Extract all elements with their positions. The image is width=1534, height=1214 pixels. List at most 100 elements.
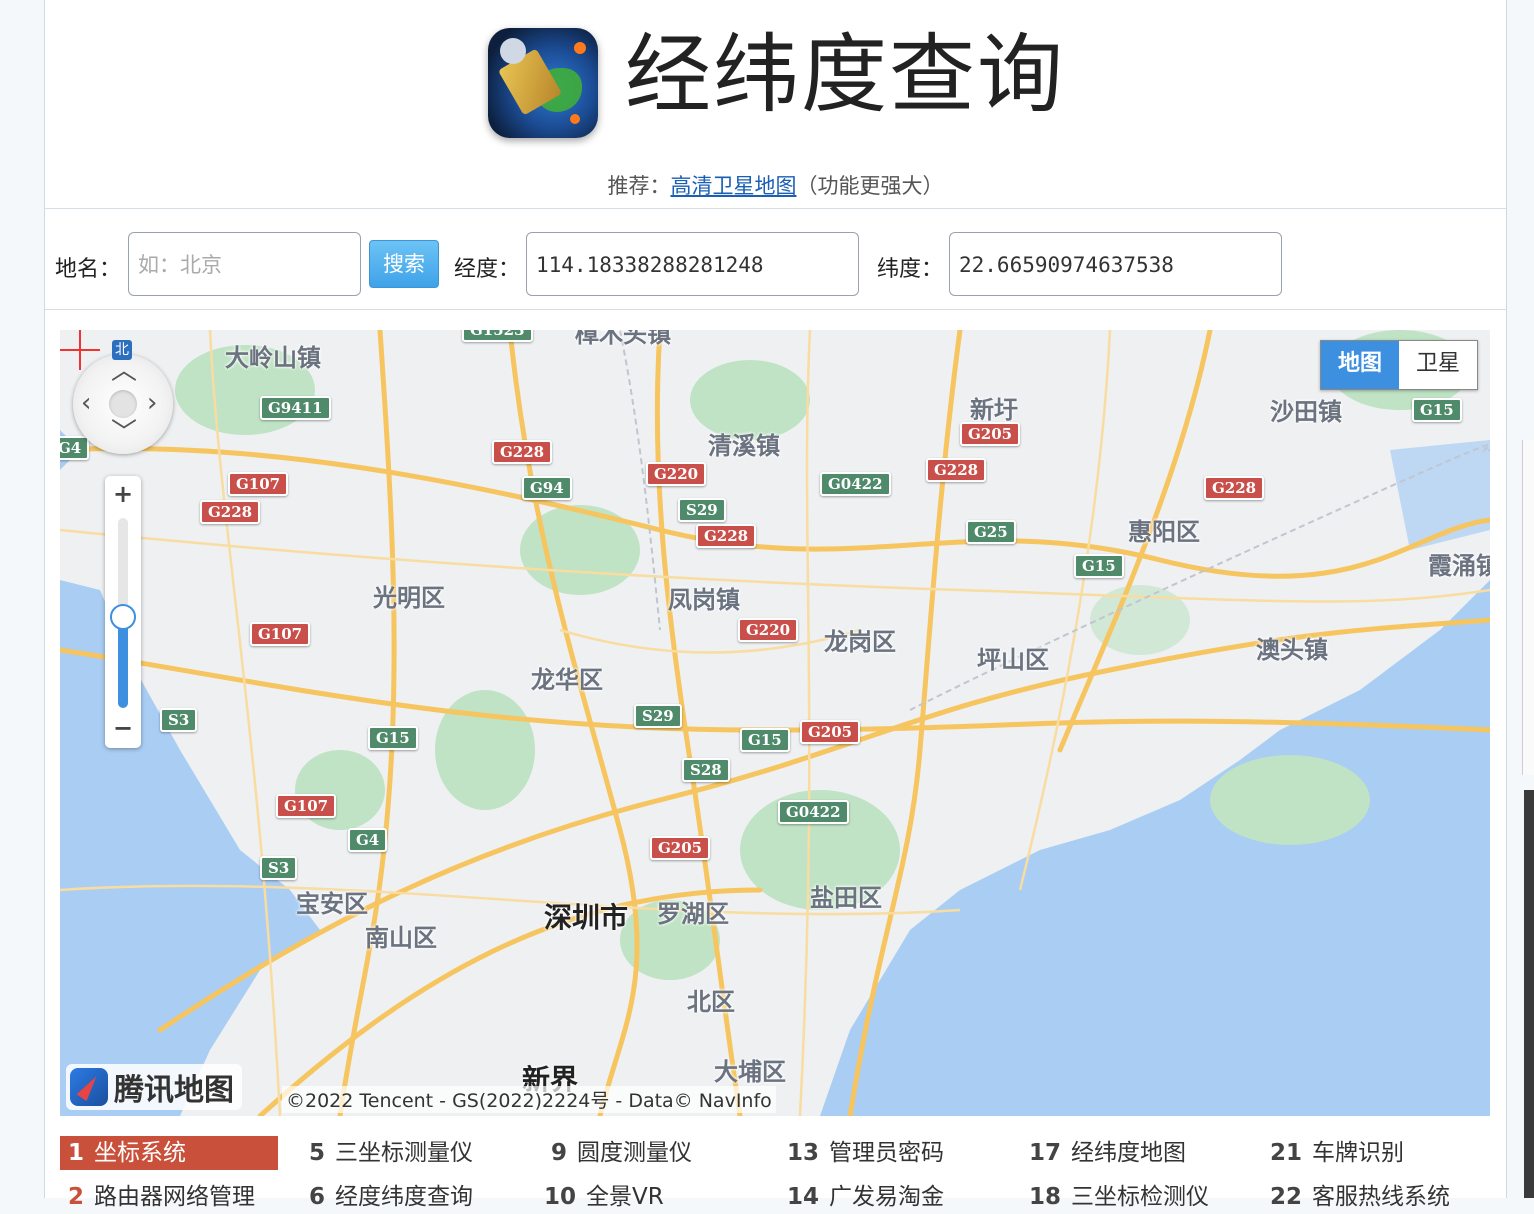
road-shield: G1523: [462, 330, 533, 342]
menu-item[interactable]: 14 广发易淘金: [787, 1180, 944, 1214]
place-label: 龙岗区: [824, 627, 896, 656]
place-label: 北区: [687, 987, 735, 1016]
road-shield: S28: [682, 758, 730, 782]
recommend-suffix: （功能更强大）: [796, 174, 944, 198]
pan-left-icon[interactable]: ‹: [81, 390, 91, 416]
place-label: 龙华区: [531, 665, 603, 694]
search-row: 地名： 如：北京 搜索 经度： 114.18338288281248 纬度： 2…: [45, 209, 1506, 310]
road-shield: G228: [696, 524, 757, 548]
compass-icon: [70, 1068, 108, 1106]
recommend-line: 推荐：高清卫星地图（功能更强大）: [45, 170, 1506, 200]
place-label: 光明区: [373, 583, 445, 612]
menu-item[interactable]: 1 坐标系统: [60, 1136, 278, 1170]
zoom-in-button[interactable]: +: [105, 480, 141, 508]
map-type-switch: 地图 卫星: [1320, 340, 1478, 390]
menu-item[interactable]: 2 路由器网络管理: [68, 1180, 255, 1214]
menu-item-label: 广发易淘金: [829, 1184, 945, 1210]
zoom-slider-handle[interactable]: [110, 604, 136, 630]
road-shield: G228: [926, 458, 987, 482]
menu-item[interactable]: 5 三坐标测量仪: [309, 1136, 473, 1170]
bottom-menu: 1 坐标系统 5 三坐标测量仪 9 圆度测量仪 13 管理员密码 17 经纬度地图 21 车…: [60, 1136, 1490, 1210]
side-panel-edge: [1524, 790, 1534, 1198]
place-label: 澳头镇: [1256, 635, 1328, 664]
road-shield: G107: [228, 472, 289, 496]
map-type-map-button[interactable]: 地图: [1321, 341, 1399, 389]
place-label: 罗湖区: [657, 899, 729, 928]
menu-item-label: 客服热线系统: [1312, 1184, 1451, 1210]
app-logo: [488, 28, 598, 138]
search-button[interactable]: 搜索: [369, 240, 439, 288]
menu-item-label: 经纬度地图: [1071, 1140, 1187, 1166]
map-copyright: ©2022 Tencent - GS(2022)2224号 - Data© Na…: [282, 1086, 776, 1113]
menu-item-label: 路由器网络管理: [94, 1184, 256, 1210]
road-shield: G15: [1412, 398, 1462, 422]
map-canvas[interactable]: 大岭山镇 清溪镇 新圩 沙田镇 惠阳区 霞涌镇 光明区 凤岗镇 龙岗区 坪山区 …: [60, 330, 1490, 1116]
road-shield: G15: [740, 728, 790, 752]
pan-up-icon[interactable]: ︿: [111, 358, 137, 384]
pan-center[interactable]: [109, 390, 137, 418]
menu-item-label: 经度纬度查询: [335, 1184, 474, 1210]
menu-item-label: 管理员密码: [829, 1140, 945, 1166]
menu-item-label: 车牌识别: [1312, 1140, 1405, 1166]
road-shield: G228: [200, 500, 261, 524]
recommend-prefix: 推荐：: [607, 174, 671, 198]
menu-item-label: 圆度测量仪: [577, 1140, 693, 1166]
road-shield: G205: [960, 422, 1021, 446]
menu-item[interactable]: 17 经纬度地图: [1029, 1136, 1186, 1170]
lat-field[interactable]: 22.66590974637538: [949, 232, 1282, 296]
road-shield: G220: [738, 618, 799, 642]
side-panel-edge: [1522, 440, 1534, 775]
place-label: 地名：: [55, 257, 122, 282]
place-label: 宝安区: [296, 889, 368, 918]
menu-item[interactable]: 18 三坐标检测仪: [1029, 1180, 1209, 1214]
header: 经纬度查询 推荐：高清卫星地图（功能更强大）: [45, 0, 1506, 209]
road-shield: G25: [966, 520, 1016, 544]
lng-field[interactable]: 114.18338288281248: [526, 232, 859, 296]
satellite-map-link[interactable]: 高清卫星地图: [671, 174, 797, 198]
road-shield: G228: [1204, 476, 1265, 500]
lat-label: 纬度：: [877, 257, 944, 282]
place-label: 坪山区: [977, 645, 1049, 674]
road-shield: G107: [276, 794, 337, 818]
menu-item[interactable]: 13 管理员密码: [787, 1136, 944, 1170]
place-label: 沙田镇: [1270, 397, 1342, 426]
zoom-level-fill: [118, 618, 128, 708]
menu-item[interactable]: 9 圆度测量仪: [551, 1136, 692, 1170]
menu-item-label: 三坐标测量仪: [335, 1140, 474, 1166]
place-label: 大埔区: [714, 1057, 786, 1086]
zoom-control[interactable]: + −: [105, 476, 141, 748]
tencent-map-logo: 腾讯地图: [66, 1064, 242, 1110]
road-shield: G228: [492, 440, 553, 464]
map-type-satellite-button[interactable]: 卫星: [1399, 341, 1477, 389]
lng-label: 经度：: [454, 257, 521, 282]
place-label: 新圩: [970, 395, 1018, 424]
pan-down-icon[interactable]: ﹀: [111, 420, 137, 446]
menu-item[interactable]: 21 车牌识别: [1270, 1136, 1404, 1170]
road-shield: G9411: [260, 396, 331, 420]
menu-item-label: 三坐标检测仪: [1071, 1184, 1210, 1210]
road-shield: G0422: [778, 800, 849, 824]
road-shield: G4: [348, 828, 388, 852]
menu-item[interactable]: 22 客服热线系统: [1270, 1180, 1450, 1214]
north-icon: 北: [112, 340, 132, 360]
place-label: 南山区: [365, 923, 437, 952]
pan-control[interactable]: ︿ ‹ › ﹀: [73, 354, 173, 454]
page-container: 经纬度查询 推荐：高清卫星地图（功能更强大） 地名： 如：北京 搜索 经度： 1…: [44, 0, 1507, 1210]
road-shield: G205: [650, 836, 711, 860]
place-input[interactable]: 如：北京: [128, 232, 361, 296]
menu-item[interactable]: 10 全景VR: [544, 1180, 664, 1214]
road-shield: G205: [800, 720, 861, 744]
road-shield: S3: [260, 856, 298, 880]
road-shield: G107: [250, 622, 311, 646]
brand-text: 腾讯地图: [114, 1073, 234, 1108]
city-label: 深圳市: [544, 901, 629, 934]
road-shield: S3: [160, 708, 198, 732]
menu-item[interactable]: 6 经度纬度查询: [309, 1180, 473, 1214]
road-shield: G220: [646, 462, 707, 486]
menu-item-label: 坐标系统: [94, 1140, 187, 1166]
road-shield: G94: [522, 476, 572, 500]
road-shield: G15: [1074, 554, 1124, 578]
pan-right-icon[interactable]: ›: [147, 390, 157, 416]
road-shield: G15: [368, 726, 418, 750]
zoom-out-button[interactable]: −: [105, 714, 141, 742]
